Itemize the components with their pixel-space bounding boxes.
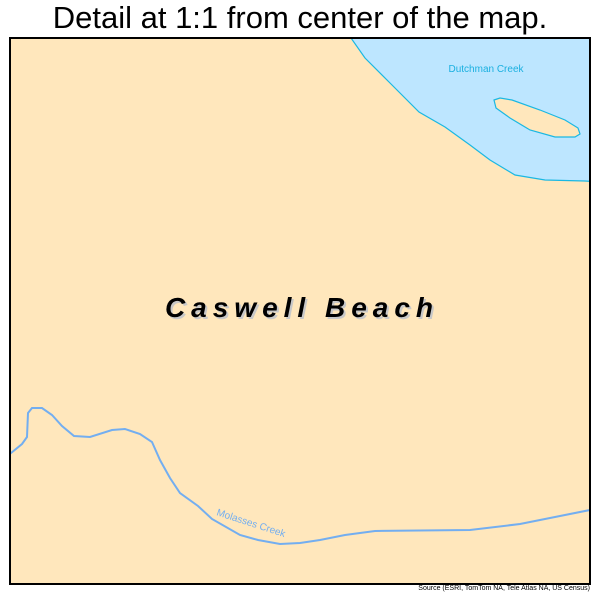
place-label: Caswell Beach (164, 292, 440, 323)
dutchman-creek-water (351, 39, 589, 182)
molasses-creek-stream (11, 407, 589, 546)
source-attribution: Source (ESRI, TomTom NA, Tele Atlas NA, … (418, 585, 590, 592)
map-frame[interactable]: Dutchman Creek Molasses Creek Caswell Be… (9, 37, 591, 585)
molasses-creek-label: Molasses Creek (215, 507, 288, 540)
map-title: Detail at 1:1 from center of the map. (52, 0, 548, 35)
dutchman-creek-label: Dutchman Creek (448, 64, 524, 75)
